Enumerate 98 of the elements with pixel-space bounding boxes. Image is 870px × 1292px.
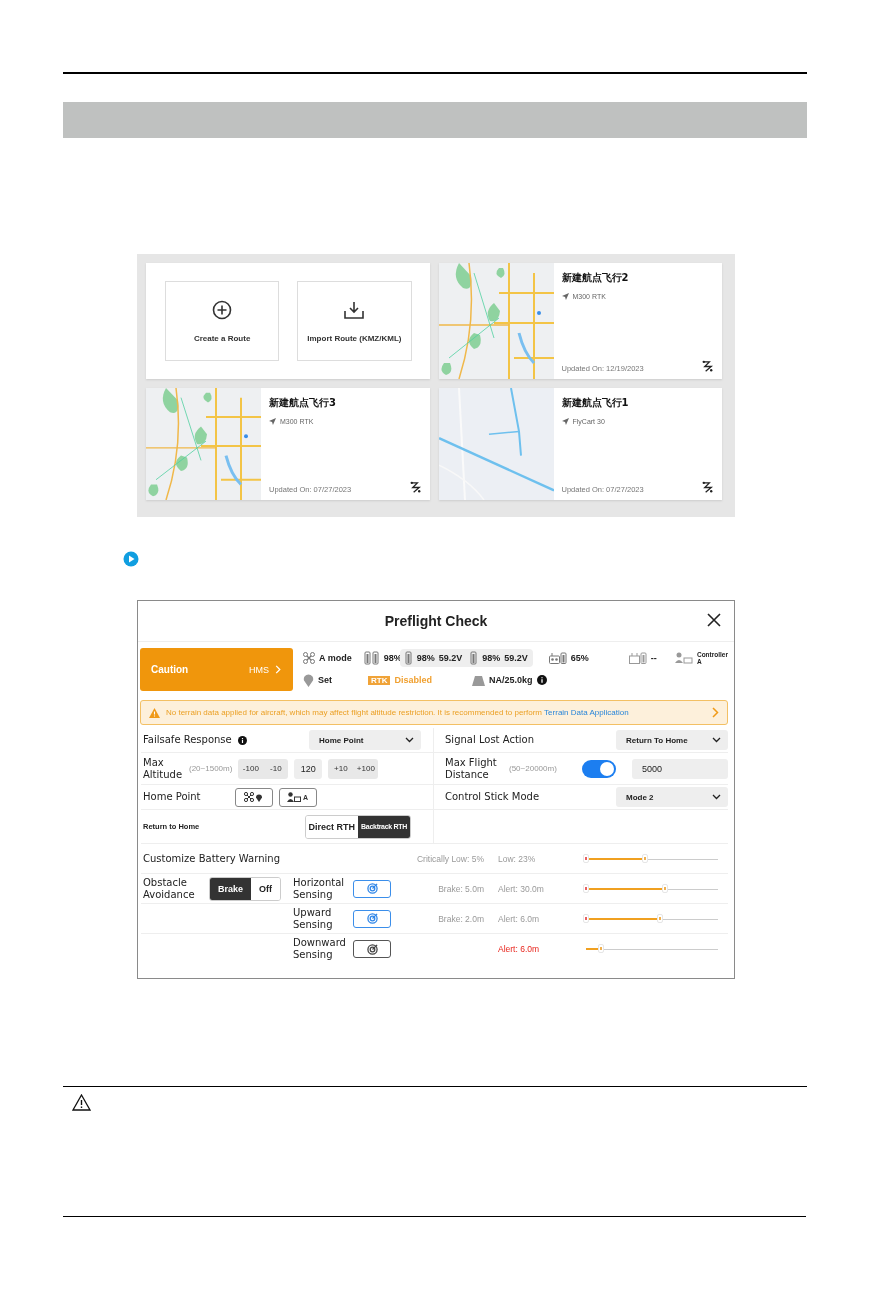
slider-thumb[interactable]	[642, 853, 649, 863]
slider-thumb[interactable]	[597, 944, 604, 953]
radar-icon	[366, 913, 378, 924]
lower-limit-handle[interactable]	[583, 853, 589, 863]
drone-pin-icon	[243, 792, 264, 802]
navigation-arrow-icon	[561, 418, 569, 425]
remote-controller-icon	[548, 652, 567, 664]
aircraft-home-button[interactable]	[234, 787, 273, 807]
info-icon	[536, 675, 547, 685]
alert-distance: Alert: 6.0m	[498, 944, 540, 954]
person-controller-icon	[287, 792, 301, 802]
home-point-pin-icon	[303, 673, 314, 687]
window-title: Preflight Check	[384, 613, 488, 629]
chevron-right-icon	[712, 707, 719, 718]
route-name: 新建航点飞行2	[561, 271, 630, 285]
chevron-down-icon	[405, 737, 414, 743]
battery-icon	[404, 651, 413, 665]
slider-track[interactable]	[586, 852, 718, 865]
slider-track[interactable]	[586, 912, 718, 925]
slider-track[interactable]	[586, 943, 718, 955]
navigation-arrow-icon	[561, 293, 569, 300]
setting-label: Control Stick Mode	[445, 791, 540, 803]
critical-level: Critically Low: 5%	[416, 853, 484, 864]
altitude-value[interactable]: 120	[294, 758, 323, 779]
status-value: 65%	[570, 653, 589, 663]
setting-label: Downward Sensing	[293, 937, 347, 961]
battery-voltage: 59.2V	[504, 653, 528, 663]
base-station-icon	[628, 652, 647, 664]
person-controller-icon	[674, 652, 693, 664]
low-level: Low: 23%	[498, 853, 536, 864]
dropdown[interactable]: Home Point	[309, 730, 421, 750]
rtk-status: Disabled	[394, 675, 432, 685]
radar-icon	[366, 943, 378, 955]
setting-label: Horizontal Sensing	[293, 876, 346, 901]
lower-limit-handle[interactable]	[583, 883, 589, 893]
drone-icon	[303, 652, 315, 664]
lower-limit-handle[interactable]	[583, 913, 589, 923]
increment-button[interactable]: +10	[328, 758, 354, 779]
flight-mode: A mode	[319, 653, 352, 663]
decrement-button[interactable]: -100	[238, 758, 264, 779]
sensing-toggle-button[interactable]	[353, 940, 391, 958]
chevron-down-icon	[712, 737, 721, 743]
create-route-button[interactable]: Create a Route	[165, 281, 280, 361]
segment-option[interactable]: Brake	[210, 877, 252, 900]
slider-thumb[interactable]	[656, 913, 663, 923]
warning-icon	[72, 1094, 91, 1111]
radar-icon	[366, 883, 378, 894]
toggle-switch[interactable]	[582, 759, 616, 778]
plus-circle-icon	[212, 299, 233, 320]
status-value: 98%	[416, 653, 435, 663]
range-hint: (50~20000m)	[509, 764, 557, 773]
increment-button[interactable]: +100	[353, 758, 379, 779]
route-name: 新建航点飞行3	[269, 396, 337, 410]
brake-distance: Brake: 2.0m	[438, 913, 484, 924]
dropdown[interactable]: Mode 2	[616, 787, 728, 807]
slider-thumb[interactable]	[662, 883, 669, 893]
navigation-arrow-icon	[269, 418, 276, 425]
info-icon	[237, 735, 247, 745]
sensing-toggle-button[interactable]	[353, 879, 391, 898]
setting-label: Home Point	[143, 791, 201, 803]
range-hint: (20~1500m)	[189, 764, 233, 773]
warning-message: No terrain data applied for aircraft, which may affect flight altitude restriction. It is recommended to perform Terrain Data Application	[166, 707, 630, 718]
weight-icon	[472, 674, 485, 686]
slider-track[interactable]	[586, 882, 718, 895]
brake-distance: Brake: 5.0m	[438, 883, 484, 894]
import-route-button[interactable]: Import Route (KMZ/KML)	[297, 281, 412, 361]
download-icon	[343, 299, 366, 320]
setting-label: Customize Battery Warning	[143, 852, 280, 865]
route-path-icon	[701, 481, 714, 494]
battery-icon	[470, 651, 479, 665]
status-value: 98%	[482, 653, 501, 663]
status-value: --	[650, 653, 657, 663]
setting-label: Max Flight Distance	[445, 756, 498, 781]
setting-label: Obstacle Avoidance	[143, 876, 196, 901]
play-icon	[123, 551, 139, 567]
rtk-badge: RTK	[368, 675, 391, 685]
battery-pair-icon	[363, 651, 380, 665]
battery-voltage: 59.2V	[438, 653, 463, 663]
terrain-data-link[interactable]: Terrain Data Application	[544, 707, 629, 717]
route-name: 新建航点飞行1	[561, 396, 630, 410]
warning-icon	[149, 707, 160, 718]
home-point-status: Set	[318, 675, 332, 685]
route-path-icon	[701, 360, 714, 373]
setting-label: Max Altitude	[143, 756, 183, 781]
sensing-toggle-button[interactable]	[353, 909, 391, 928]
route-path-icon	[408, 481, 422, 494]
payload-weight: NA/25.0kg	[489, 675, 533, 685]
alert-distance: Alert: 30.0m	[498, 883, 544, 894]
close-button[interactable]	[706, 612, 722, 628]
setting-label: Failsafe Response	[143, 734, 232, 746]
setting-label: Upward Sensing	[293, 906, 334, 931]
distance-field[interactable]: 5000	[632, 758, 728, 779]
chevron-down-icon	[712, 794, 721, 800]
alert-distance: Alert: 6.0m	[498, 913, 540, 924]
chevron-right-icon	[275, 665, 281, 674]
dropdown[interactable]: Return To Home	[616, 730, 728, 750]
setting-label: Signal Lost Action	[445, 734, 535, 746]
decrement-button[interactable]: -10	[263, 758, 289, 779]
